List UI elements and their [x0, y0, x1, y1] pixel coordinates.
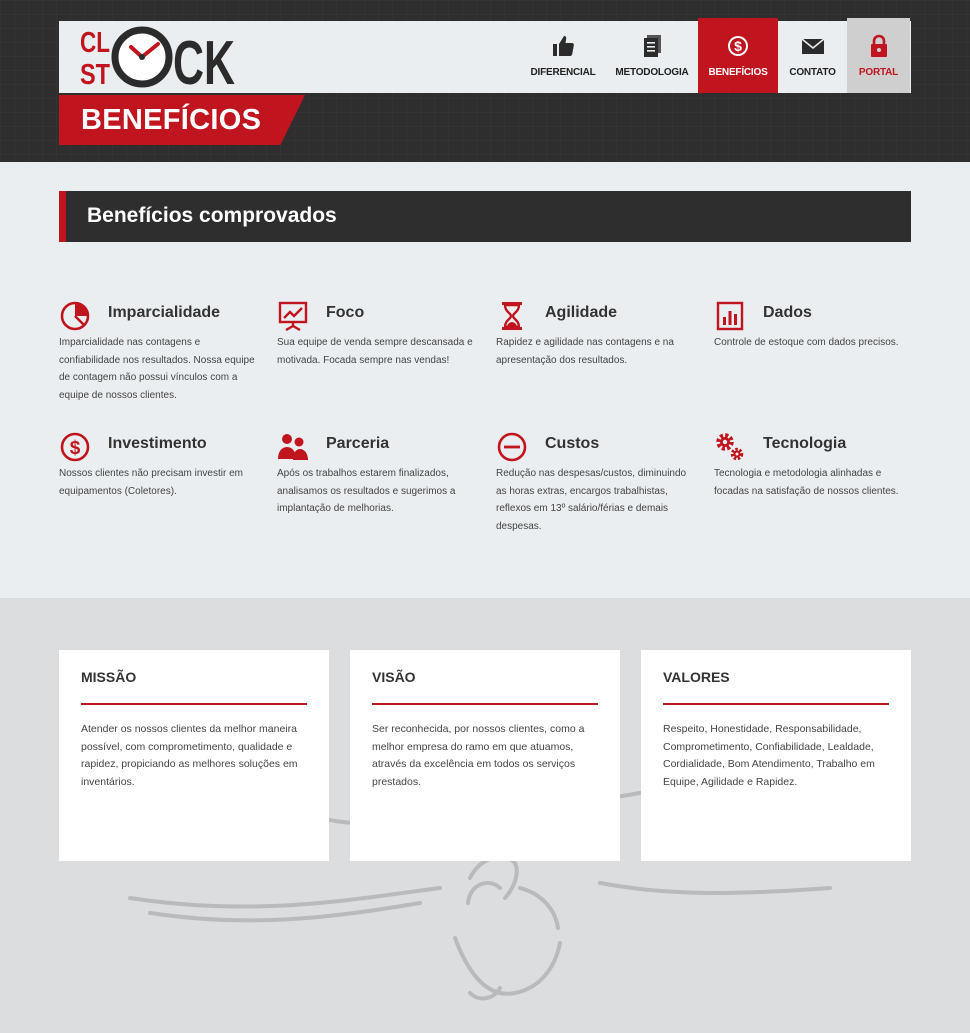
benefit-text: Rapidez e agilidade nas contagens e na a…: [496, 337, 674, 366]
benefit-title: Dados: [763, 304, 812, 321]
benefit-title: Parceria: [326, 435, 390, 452]
benefit-title: Imparcialidade: [108, 304, 221, 321]
logo-text-right: CK: [173, 29, 235, 90]
users-icon: [277, 431, 309, 463]
benefit-text: Após os trabalhos estarem finalizados, a…: [277, 468, 456, 514]
benefit-title: Investimento: [108, 435, 207, 452]
nav-item-portal[interactable]: PORTAL: [847, 18, 910, 93]
header: CL ST CK DIFERENCIAL METODOLOGIA $ BENEF…: [0, 0, 970, 162]
nav-item-beneficios[interactable]: $ BENEFÍCIOS: [698, 18, 778, 93]
vision-card: VISÃO Ser reconhecida, por nossos client…: [350, 650, 620, 861]
document-icon: [640, 34, 664, 58]
benefit-title: Foco: [326, 304, 365, 321]
nav-label: CONTATO: [789, 67, 836, 78]
nav-label: PORTAL: [858, 67, 899, 78]
thumbs-up-icon: [551, 34, 575, 58]
envelope-icon: [800, 34, 825, 58]
card-divider: [81, 703, 307, 705]
dollar-circle-icon: $: [59, 431, 91, 463]
benefits-heading: Benefícios comprovados: [87, 204, 337, 227]
card-text: Respeito, Honestidade, Responsabilidade,…: [663, 723, 875, 788]
bar-chart-icon: [714, 300, 746, 332]
nav-label: METODOLOGIA: [615, 67, 689, 78]
pie-chart-icon: [59, 300, 91, 332]
benefit-title: Agilidade: [545, 304, 618, 321]
nav-item-diferencial[interactable]: DIFERENCIAL: [520, 18, 606, 93]
presentation-icon: [277, 300, 309, 332]
nav-item-metodologia[interactable]: METODOLOGIA: [606, 18, 698, 93]
mission-section: MISSÃO Atender os nossos clientes da mel…: [0, 598, 970, 1033]
card-text: Ser reconhecida, por nossos clientes, co…: [372, 723, 585, 788]
logo-text-bottom: ST: [80, 59, 110, 90]
lock-icon: [867, 34, 891, 58]
benefit-text: Controle de estoque com dados precisos.: [714, 337, 899, 348]
card-title: VISÃO: [372, 669, 416, 685]
card-divider: [663, 703, 889, 705]
benefit-title: Tecnologia: [763, 435, 847, 452]
gears-icon: [714, 431, 746, 463]
nav-item-contato[interactable]: CONTATO: [778, 18, 847, 93]
card-divider: [372, 703, 598, 705]
main-menu: DIFERENCIAL METODOLOGIA $ BENEFÍCIOS CON…: [520, 18, 910, 93]
benefit-text: Imparcialidade nas contagens e confiabil…: [59, 337, 255, 401]
logo[interactable]: CL ST CK: [80, 24, 240, 90]
page-title: BENEFÍCIOS: [81, 104, 262, 136]
benefit-text: Nossos clientes não precisam investir em…: [59, 468, 243, 497]
benefit-text: Redução nas despesas/custos, diminuindo …: [496, 468, 687, 532]
benefit-text: Tecnologia e metodologia alinhadas e foc…: [714, 468, 899, 497]
values-card: VALORES Respeito, Honestidade, Responsab…: [641, 650, 911, 861]
svg-text:$: $: [734, 38, 742, 54]
benefit-title: Custos: [545, 435, 600, 452]
page-title-banner: BENEFÍCIOS: [59, 95, 305, 145]
benefits-heading-bar: Benefícios comprovados: [59, 191, 911, 242]
card-title: MISSÃO: [81, 669, 137, 685]
dollar-circle-icon: $: [726, 34, 750, 58]
card-title: VALORES: [663, 669, 730, 685]
clock-logo-icon: CL ST CK: [80, 26, 235, 90]
svg-text:$: $: [70, 438, 81, 459]
card-text: Atender os nossos clientes da melhor man…: [81, 723, 298, 788]
nav-label: DIFERENCIAL: [530, 67, 596, 78]
nav-label: BENEFÍCIOS: [708, 67, 768, 78]
hourglass-icon: [496, 300, 528, 332]
mission-card: MISSÃO Atender os nossos clientes da mel…: [59, 650, 329, 861]
benefit-text: Sua equipe de venda sempre descansada e …: [277, 337, 473, 366]
minus-circle-icon: [496, 431, 528, 463]
logo-text-top: CL: [80, 27, 110, 59]
